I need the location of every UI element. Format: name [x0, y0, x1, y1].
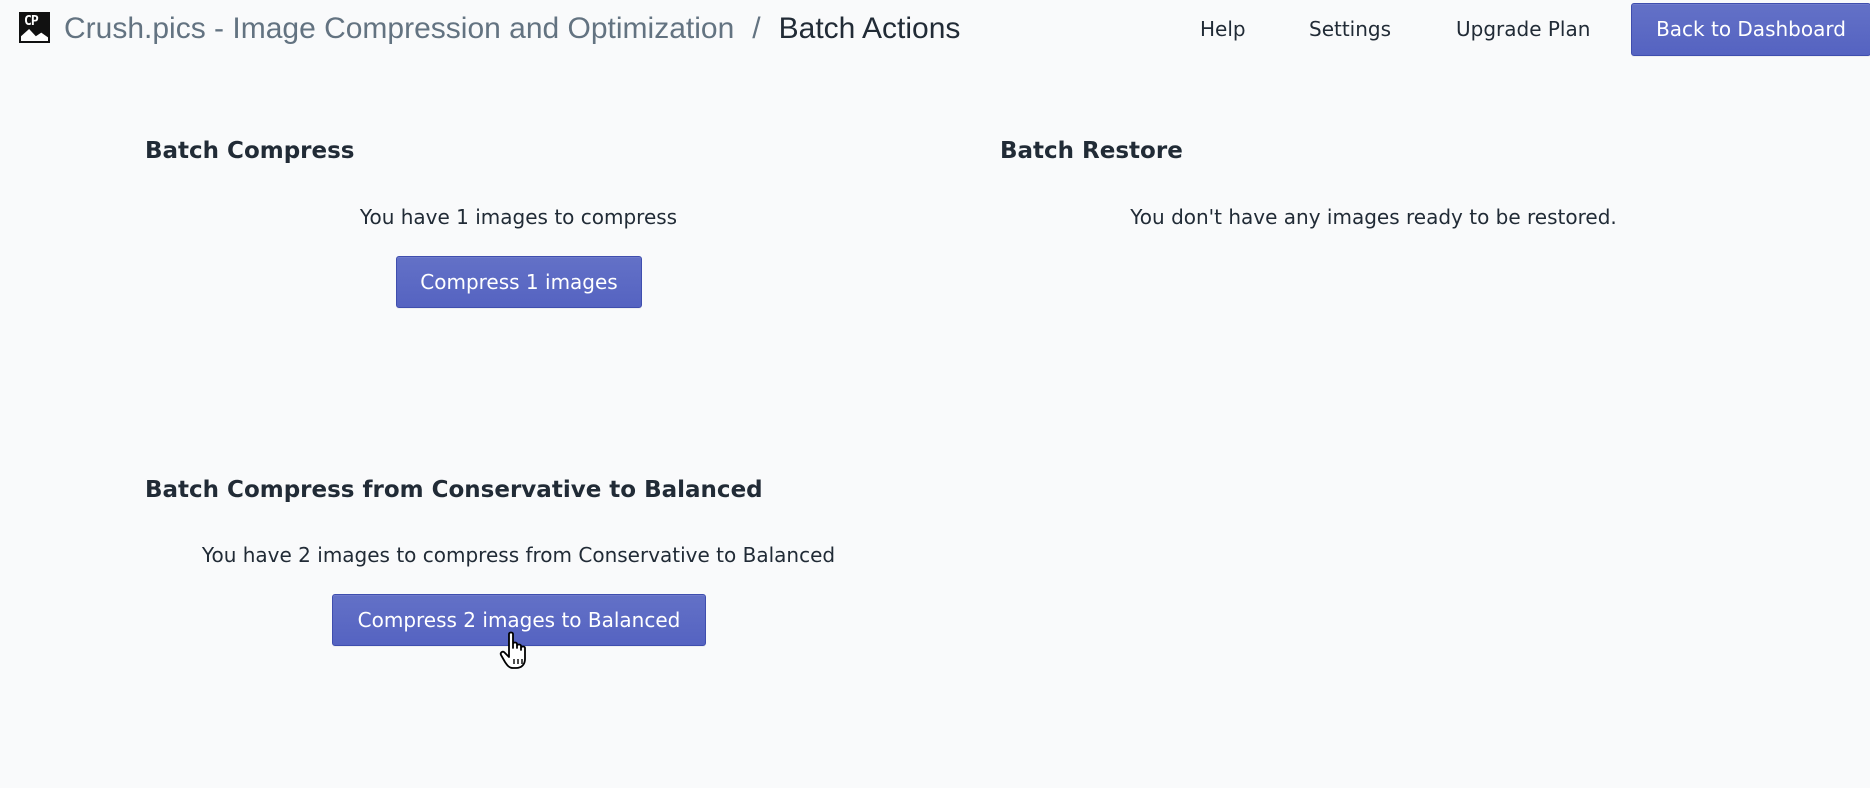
breadcrumb-separator: / — [752, 12, 761, 45]
upgrade-plan-link[interactable]: Upgrade Plan — [1456, 15, 1590, 43]
help-link[interactable]: Help — [1200, 15, 1246, 43]
hand-pointer-cursor-icon — [499, 631, 526, 669]
batch-restore-title: Batch Restore — [1000, 138, 1183, 164]
page-title: Batch Actions — [778, 12, 961, 45]
logo-text: CP — [24, 14, 39, 29]
breadcrumb: Crush.pics - Image Compression and Optim… — [64, 11, 960, 47]
crush-pics-logo-icon[interactable]: CP — [19, 12, 50, 43]
batch-balanced-message: You have 2 images to compress from Conse… — [201, 543, 836, 567]
compress-images-button[interactable]: Compress 1 images — [396, 256, 642, 308]
batch-compress-title: Batch Compress — [145, 138, 355, 164]
top-bar: CP Crush.pics - Image Compression and Op… — [0, 0, 1870, 58]
batch-compress-message: You have 1 images to compress — [359, 205, 678, 229]
logo-mountain-shape — [21, 29, 48, 41]
back-to-dashboard-button[interactable]: Back to Dashboard — [1631, 3, 1870, 56]
breadcrumb-app-title[interactable]: Crush.pics - Image Compression and Optim… — [64, 12, 734, 45]
batch-restore-message: You don't have any images ready to be re… — [1130, 205, 1617, 229]
settings-link[interactable]: Settings — [1309, 15, 1391, 43]
batch-balanced-title: Batch Compress from Conservative to Bala… — [145, 477, 763, 503]
